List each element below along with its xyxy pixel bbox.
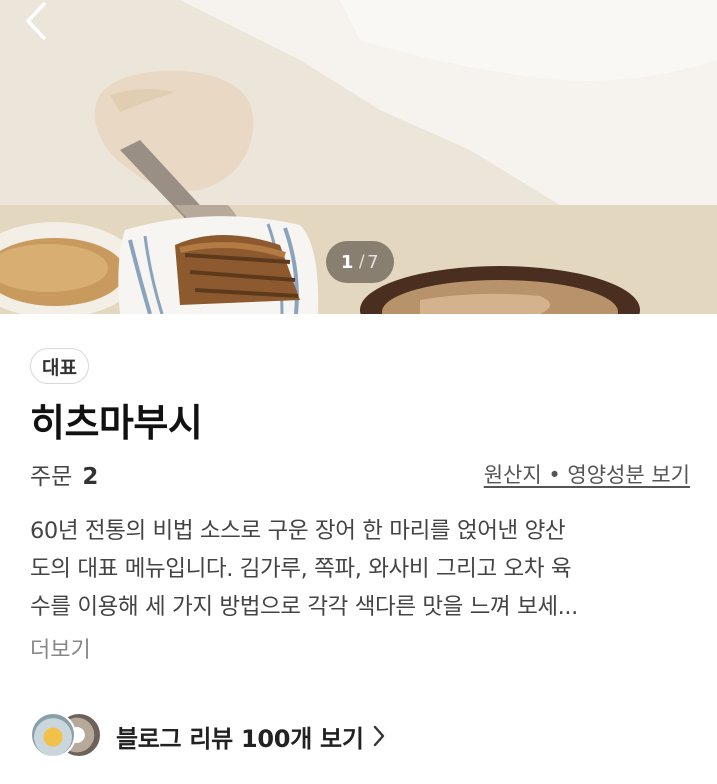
reviewer-avatars: [30, 711, 108, 761]
description-line: 60년 전통의 비법 소스로 구운 장어 한 마리를 얹어낸 양산: [30, 518, 566, 544]
chevron-left-icon: [26, 2, 46, 40]
photo-counter: 1 / 7: [326, 241, 394, 283]
blog-review-label: 블로그 리뷰 100개 보기: [116, 724, 364, 753]
menu-photo-gallery[interactable]: 1 / 7: [0, 0, 717, 314]
photo-counter-separator: /: [358, 252, 366, 272]
order-count-value: 2: [82, 464, 99, 490]
order-count: 주문 2: [30, 457, 98, 491]
avatar: [30, 712, 76, 758]
description-line: 도의 대표 메뉴입니다. 김가루, 쪽파, 와사비 그리고 오차 육: [30, 556, 572, 582]
photo-counter-current: 1: [340, 251, 354, 273]
back-button[interactable]: [22, 0, 72, 52]
chevron-right-icon: [372, 724, 386, 748]
signature-badge: 대표: [30, 348, 89, 384]
menu-description: 60년 전통의 비법 소스로 구운 장어 한 마리를 얹어낸 양산 도의 대표 …: [30, 512, 692, 626]
origin-nutrition-link[interactable]: 원산지 • 영양성분 보기: [484, 459, 690, 489]
menu-title: 히츠마부시: [30, 401, 203, 445]
photo-counter-total: 7: [367, 251, 380, 273]
blog-review-link[interactable]: 블로그 리뷰 100개 보기: [30, 710, 386, 762]
order-count-label: 주문: [30, 464, 73, 490]
description-line: 수를 이용해 세 가지 방법으로 각각 색다른 맛을 느껴 보세...: [30, 594, 578, 620]
more-button[interactable]: 더보기: [30, 632, 91, 664]
